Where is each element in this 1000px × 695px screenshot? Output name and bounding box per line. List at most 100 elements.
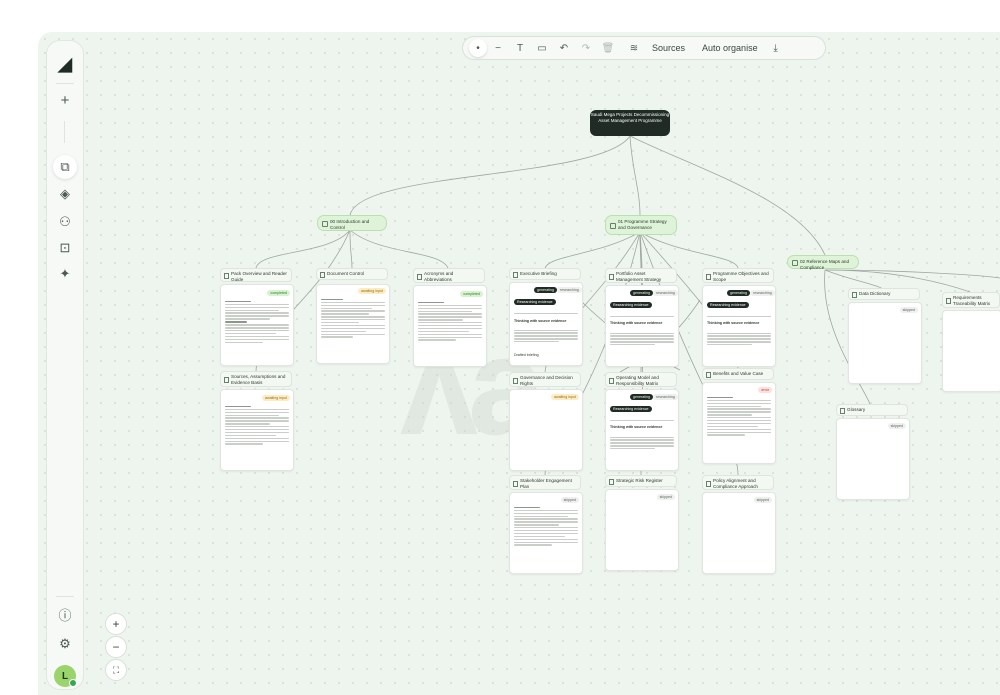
thinking-label: Thinking with source evidence	[610, 321, 663, 325]
line-tool-icon[interactable]: −	[487, 39, 509, 57]
card-header-requirements-traceability[interactable]: Requirements Traceability Matrix	[942, 292, 1000, 308]
layers-icon[interactable]: ◈	[47, 183, 83, 205]
section-node-introduction[interactable]: 00 Introduction and Control	[317, 215, 387, 231]
edge-01-prog	[639, 231, 739, 269]
card-policy-alignment[interactable]: skipped	[702, 492, 776, 574]
card-requirements-traceability[interactable]	[942, 310, 1000, 392]
status-badge: skipped	[753, 497, 772, 503]
status-badge: skipped	[887, 423, 906, 429]
card-title: Sources, Assumptions and Evidence Basis	[231, 374, 286, 385]
generating-badge: generating	[534, 287, 557, 293]
researching-evidence-chip: Researching evidence	[514, 299, 556, 305]
avatar-initial: L	[61, 670, 69, 682]
card-portfolio-strategy[interactable]: generating researching Researching evide…	[605, 285, 679, 367]
zoom-in-button[interactable]: +	[105, 613, 127, 635]
fit-view-button[interactable]: ⛶	[105, 659, 127, 681]
researching-evidence-chip: Researching evidence	[610, 406, 652, 412]
card-title: Programme Objectives and Scope	[713, 271, 769, 282]
researching-badge: researching	[750, 290, 775, 296]
card-title: Pack Overview and Reader Guide	[231, 271, 287, 282]
card-header-acronyms[interactable]: Acronyms and Abbreviations	[413, 268, 485, 283]
card-header-strategic-risk[interactable]: Strategic Risk Register	[605, 475, 677, 487]
card-header-stakeholder-plan[interactable]: Stakeholder Engagement Plan	[509, 475, 581, 490]
documents-icon[interactable]: ⧉	[53, 155, 77, 179]
card-title: Operating Model and Responsibility Matri…	[616, 375, 659, 386]
settings-gear-icon[interactable]: ⚙	[47, 633, 83, 655]
card-title: Glossary	[847, 407, 866, 412]
online-status-dot	[69, 679, 77, 687]
user-avatar[interactable]: L	[54, 665, 77, 687]
card-header-governance-rights[interactable]: Governance and Decision Rights	[509, 372, 581, 387]
card-document-control[interactable]: awaiting input	[316, 284, 390, 364]
card-executive-briefing[interactable]: generating researching Researching evide…	[509, 282, 583, 366]
researching-badge: researching	[653, 394, 678, 400]
card-data-dictionary[interactable]: skipped	[848, 302, 922, 384]
root-node-title: Saudi Mega Projects Decommissioning Asse…	[590, 112, 670, 123]
card-title: Governance and Decision Rights	[520, 375, 573, 386]
card-title: Acronyms and Abbreviations	[424, 271, 454, 282]
card-title: Policy Alignment and Compliance Approach	[713, 478, 758, 489]
card-header-programme-objectives[interactable]: Programme Objectives and Scope	[702, 268, 774, 283]
card-header-pack-overview[interactable]: Pack Overview and Reader Guide	[220, 268, 292, 282]
help-icon[interactable]: ⓘ	[47, 603, 83, 625]
card-title: Document Control	[327, 271, 365, 276]
select-tool-icon[interactable]: •	[469, 39, 487, 57]
database-icon: ≋	[629, 42, 639, 54]
card-header-sources-assumptions[interactable]: Sources, Assumptions and Evidence Basis	[220, 371, 292, 387]
download-icon[interactable]: ⤓	[765, 39, 787, 57]
card-glossary[interactable]: skipped	[836, 418, 910, 500]
auto-organise-button[interactable]: Auto organise	[702, 43, 758, 53]
status-badge: awaiting input	[358, 288, 386, 294]
text-tool-icon[interactable]: T	[509, 39, 531, 57]
card-governance-rights[interactable]: awaiting input	[509, 389, 583, 471]
section-node-reference[interactable]: 02 Reference Maps and Compliance	[787, 255, 859, 270]
card-pack-overview[interactable]: completed	[220, 284, 294, 366]
canvas-toolbar: • − T ▭ ↶ ↷ 🗑 ≋ Sources Auto organise ⤓	[462, 36, 826, 60]
bot-icon[interactable]: ⊡	[47, 237, 83, 259]
root-node[interactable]: Saudi Mega Projects Decommissioning Asse…	[590, 110, 670, 136]
redo-icon[interactable]: ↷	[575, 39, 597, 57]
card-benefits-value[interactable]: error	[702, 382, 776, 464]
zoom-out-button[interactable]: −	[105, 636, 127, 658]
card-header-policy-alignment[interactable]: Policy Alignment and Compliance Approach	[702, 475, 774, 490]
card-header-document-control[interactable]: Document Control	[316, 268, 388, 280]
card-header-portfolio-strategy[interactable]: Portfolio Asset Management Strategy	[605, 268, 677, 283]
card-header-glossary[interactable]: Glossary	[836, 404, 908, 416]
card-header-data-dictionary[interactable]: Data Dictionary	[848, 288, 920, 300]
card-header-executive-briefing[interactable]: Executive Briefing	[509, 268, 581, 280]
card-stakeholder-plan[interactable]: skipped	[509, 492, 583, 574]
card-operating-model[interactable]: generating researching Researching evide…	[605, 389, 679, 471]
card-title: Stakeholder Engagement Plan	[520, 478, 572, 489]
users-icon[interactable]: ⚇	[47, 211, 83, 233]
drafted-label: Drafted briefing	[514, 353, 539, 357]
card-title: Strategic Risk Register	[616, 478, 663, 483]
card-title: Portfolio Asset Management Strategy	[616, 271, 662, 282]
status-badge: completed	[267, 290, 290, 296]
delete-icon[interactable]: 🗑	[597, 39, 619, 57]
card-programme-objectives[interactable]: generating researching Researching evide…	[702, 285, 776, 367]
card-title: Executive Briefing	[520, 271, 557, 276]
card-header-operating-model[interactable]: Operating Model and Responsibility Matri…	[605, 372, 677, 387]
section-title: 00 Introduction and Control	[330, 219, 370, 230]
section-title: 01 Programme Strategy and Governance	[618, 219, 667, 230]
generating-badge: generating	[630, 394, 653, 400]
shape-tool-icon[interactable]: ▭	[531, 39, 553, 57]
researching-badge: researching	[653, 290, 678, 296]
status-badge: skipped	[656, 494, 675, 500]
sparkle-icon[interactable]: ✦	[47, 263, 83, 285]
edge-root-00	[349, 135, 631, 216]
researching-evidence-chip: Researching evidence	[707, 302, 749, 308]
add-icon[interactable]: +	[47, 89, 83, 111]
card-strategic-risk[interactable]: skipped	[605, 489, 679, 571]
card-acronyms[interactable]: completed	[413, 285, 487, 367]
researching-evidence-chip: Researching evidence	[610, 302, 652, 308]
card-header-benefits-value[interactable]: Benefits and Value Case	[702, 368, 774, 380]
status-badge: error	[758, 387, 772, 393]
section-node-strategy[interactable]: 01 Programme Strategy and Governance	[605, 215, 677, 235]
edge-01-exec	[544, 231, 641, 269]
sources-button[interactable]: Sources	[652, 43, 685, 53]
status-badge: skipped	[899, 307, 918, 313]
edge-00-doc	[349, 229, 353, 269]
card-sources-assumptions[interactable]: awaiting input	[220, 389, 294, 471]
undo-icon[interactable]: ↶	[553, 39, 575, 57]
